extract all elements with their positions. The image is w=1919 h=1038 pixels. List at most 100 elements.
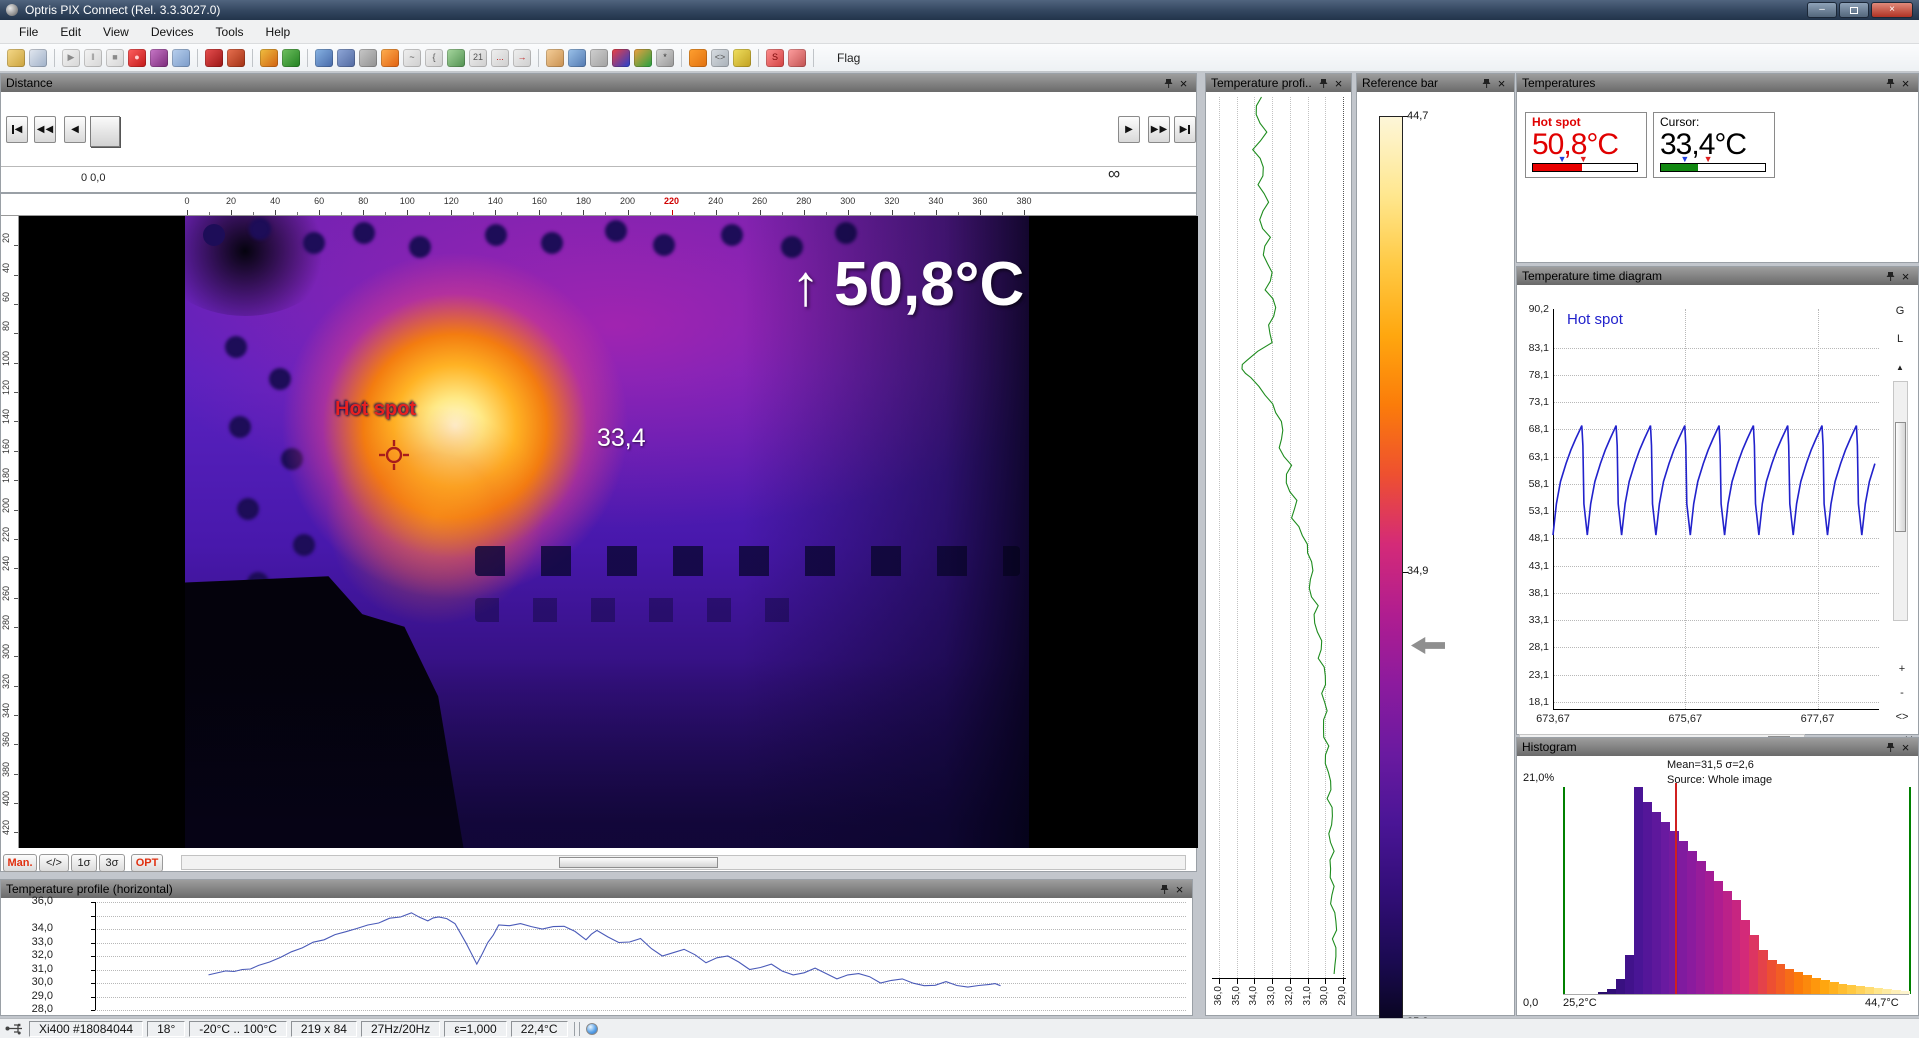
toolbar-icon-histogram-view[interactable] [337,49,355,67]
toolbar-icon-stop[interactable]: ■ [106,49,124,67]
fast-forward-button[interactable]: ▶▶ [1148,116,1170,143]
fast-rewind-button[interactable]: ◀◀ [34,116,56,143]
image-control-3[interactable]: 3σ [99,854,125,872]
toolbar-icon-curve[interactable]: ~ [403,49,421,67]
toolbar-icon-tools-gold[interactable] [733,49,751,67]
toolbar-icon-palette-cool[interactable] [282,49,300,67]
toolbar-icon-play[interactable]: ▶ [62,49,80,67]
marker-red-icon: ▼ [1704,155,1713,164]
close-icon[interactable]: × [1494,76,1509,90]
toolbar-icon-digits[interactable]: 21 [469,49,487,67]
distance-panel-header[interactable]: Distance × [1,74,1196,92]
scroll-up-icon[interactable]: ▲ [1889,363,1911,372]
vprofile-header[interactable]: Temperature profi... × [1206,74,1351,92]
toolbar-icon-subtract[interactable]: S [766,49,784,67]
time-diagram-header[interactable]: Temperature time diagram × [1517,267,1918,285]
toolbar-icon-arrow-right[interactable]: → [513,49,531,67]
close-icon[interactable]: × [1898,740,1913,754]
pin-icon[interactable] [1479,76,1494,90]
hot-spot-crosshair-icon[interactable] [379,440,409,475]
ruler-minor-tick [738,212,739,215]
skip-to-start-button[interactable]: ◀ [6,116,28,143]
menu-help[interactable]: Help [255,22,302,42]
menu-view[interactable]: View [92,22,140,42]
image-scrollbar-thumb[interactable] [559,857,718,868]
close-icon[interactable]: × [1898,269,1913,283]
title-bar[interactable]: Optris PIX Connect (Rel. 3.3.3027.0) – × [0,0,1919,20]
toolbar-icon-colorbar-b[interactable] [634,49,652,67]
ruler-tick-label: 60 [1,292,17,302]
toolbar-icon-split-view[interactable]: <> [711,49,729,67]
zoom-button-2[interactable]: <> [1891,711,1913,723]
close-icon[interactable]: × [1331,76,1346,90]
image-horizontal-scrollbar[interactable] [181,855,1186,870]
toolbar-icon-fullscreen[interactable] [568,49,586,67]
toolbar-icon-settings[interactable]: * [656,49,674,67]
vscroll-thumb[interactable] [1895,422,1906,532]
toolbar-icon-colorbar-a[interactable] [612,49,630,67]
toolbar-icon-record[interactable]: ● [128,49,146,67]
menu-devices[interactable]: Devices [140,22,205,42]
image-viewport[interactable]: Hot spot 33,4 ↑ 50,8°C [19,216,1198,848]
toolbar-icon-save-file[interactable] [29,49,47,67]
toolbar-icon-gray-image[interactable] [590,49,608,67]
toolbar-icon-thermal-view-b[interactable] [227,49,245,67]
flag-button[interactable]: Flag [827,49,870,67]
close-icon[interactable]: × [1176,76,1191,90]
maximize-button[interactable] [1839,2,1869,18]
refbar-header[interactable]: Reference bar × [1357,74,1514,92]
pin-icon[interactable] [1316,76,1331,90]
time-diagram-vscrollbar[interactable] [1893,381,1908,621]
distance-slider-track[interactable] [1,166,1196,167]
lamp-icon[interactable] [586,1023,598,1035]
toolbar-icon-range-orange[interactable] [689,49,707,67]
toolbar-icon-palette-warm[interactable] [260,49,278,67]
temperature-box-value: 33,4°C [1660,129,1768,161]
pin-icon[interactable] [1883,740,1898,754]
pin-icon[interactable] [1157,882,1172,896]
toolbar-icon-dots-red[interactable]: ... [491,49,509,67]
ruler-tick-label: 60 [314,196,324,206]
ruler-tick-label: 40 [1,263,17,273]
time-diagram-button-g[interactable]: G [1889,305,1911,317]
menu-edit[interactable]: Edit [49,22,92,42]
step-back-button[interactable]: ◀ [64,116,86,143]
pin-icon[interactable] [1883,76,1898,90]
toolbar-icon-copy[interactable] [172,49,190,67]
ruler-tick-label: 80 [1,321,17,331]
image-control-opt[interactable]: OPT [131,854,163,872]
close-icon[interactable]: × [1898,76,1913,90]
toolbar-icon-pause[interactable]: ‖ [84,49,102,67]
toolbar-icon-device-view[interactable] [359,49,377,67]
toolbar-icon-layout[interactable] [315,49,333,67]
step-forward-button[interactable]: ▶ [1118,116,1140,143]
temperatures-header[interactable]: Temperatures × [1517,74,1918,92]
histogram-xmin-label: 25,2°C [1563,997,1597,1009]
toolbar-icon-snapshot[interactable] [150,49,168,67]
pin-icon[interactable] [1161,76,1176,90]
toolbar-icon-open-file[interactable] [7,49,25,67]
image-control-1[interactable]: 1σ [71,854,97,872]
image-control-[interactable]: </> [39,854,69,872]
zoom-button-1[interactable]: - [1891,687,1913,699]
reference-bar-arrow-icon[interactable] [1411,637,1445,654]
toolbar-icon-flame[interactable] [381,49,399,67]
pin-icon[interactable] [1883,269,1898,283]
time-diagram-button-l[interactable]: L [1889,333,1911,345]
toolbar-icon-thermal-view-a[interactable] [205,49,223,67]
skip-to-end-button[interactable]: ▶ [1174,116,1196,143]
image-control-man[interactable]: Man. [3,854,37,872]
distance-slider-thumb[interactable] [90,116,120,147]
close-button[interactable]: × [1871,2,1913,18]
toolbar-icon-save-colors[interactable] [788,49,806,67]
menu-file[interactable]: File [8,22,49,42]
close-icon[interactable]: × [1172,882,1187,896]
hprofile-header[interactable]: Temperature profile (horizontal) × [1,880,1192,898]
toolbar-icon-diagram[interactable] [447,49,465,67]
toolbar-icon-hand[interactable] [546,49,564,67]
zoom-button-0[interactable]: + [1891,663,1913,675]
toolbar-icon-brace[interactable]: { [425,49,443,67]
minimize-button[interactable]: – [1807,2,1837,18]
histogram-header[interactable]: Histogram × [1517,738,1918,756]
menu-tools[interactable]: Tools [205,22,255,42]
